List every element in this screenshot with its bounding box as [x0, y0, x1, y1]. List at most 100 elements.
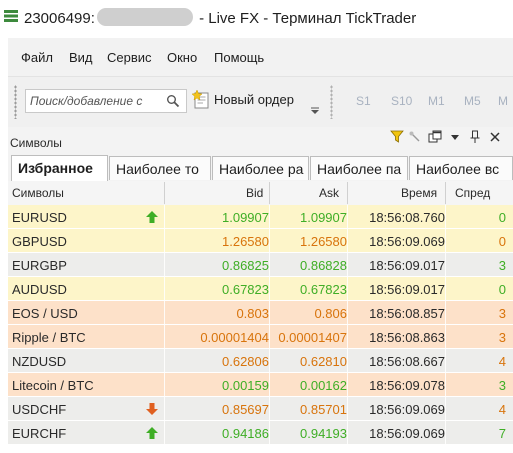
cell-divider — [347, 301, 348, 325]
redacted-account-name — [96, 8, 193, 26]
chevron-down-icon[interactable] — [448, 130, 462, 144]
column-header-bid[interactable]: Bid — [246, 186, 263, 200]
timeframe-s1-button[interactable]: S1 — [356, 94, 371, 108]
tab-most-falling[interactable]: Наиболее па — [310, 156, 408, 180]
pin-icon[interactable] — [468, 130, 482, 144]
cell-spread: 4 — [498, 402, 506, 417]
cell-bid: 1.09907 — [222, 210, 269, 225]
column-header-ask[interactable]: Ask — [319, 186, 339, 200]
menu-bar: Файл Вид Сервис Окно Помощь — [8, 38, 513, 76]
timeframe-m5-button[interactable]: M5 — [464, 94, 481, 108]
tab-most-rising[interactable]: Наиболее ра — [212, 156, 309, 180]
column-header-time[interactable]: Время — [401, 186, 437, 200]
cell-divider — [269, 229, 270, 253]
cell-spread: 0 — [498, 234, 506, 249]
column-divider[interactable] — [445, 182, 446, 204]
cell-divider — [347, 373, 348, 397]
cell-divider — [445, 373, 446, 397]
table-row[interactable]: AUDUSD 0.67823 0.67823 18:56:09.017 0 — [8, 277, 513, 301]
cell-divider — [164, 325, 165, 349]
cell-spread: 7 — [498, 426, 506, 441]
column-divider[interactable] — [347, 182, 348, 204]
cell-ask: 0.94193 — [300, 426, 347, 441]
cell-time: 18:56:08.857 — [369, 306, 445, 321]
cell-symbol: EURGBP — [12, 258, 67, 273]
cell-divider — [164, 397, 165, 421]
cell-ask: 0.806 — [314, 306, 347, 321]
cell-divider — [269, 277, 270, 301]
float-window-icon[interactable] — [428, 130, 442, 144]
table-header: Символы Bid Ask Время Спред — [8, 181, 513, 206]
cell-divider — [347, 421, 348, 445]
tab-most-volatile[interactable]: Наиболее вс — [409, 156, 513, 180]
menu-file[interactable]: Файл — [21, 50, 53, 65]
column-divider[interactable] — [164, 182, 165, 204]
cell-ask: 0.00001407 — [278, 330, 347, 345]
tab-favorites[interactable]: Избранное — [11, 155, 108, 181]
cell-divider — [445, 397, 446, 421]
cell-divider — [164, 421, 165, 445]
filter-icon[interactable] — [390, 130, 404, 144]
price-up-arrow-icon — [146, 427, 158, 439]
cell-time: 18:56:09.069 — [369, 426, 445, 441]
table-row[interactable]: EURCHF 0.94186 0.94193 18:56:09.069 7 — [8, 421, 513, 445]
cell-divider — [445, 253, 446, 277]
cell-symbol: Litecoin / BTC — [12, 378, 94, 393]
cell-divider — [269, 373, 270, 397]
search-icon[interactable] — [166, 94, 180, 108]
pin-needle-icon[interactable] — [408, 130, 422, 144]
cell-bid: 0.00159 — [222, 378, 269, 393]
cell-divider — [164, 349, 165, 373]
cell-time: 18:56:09.017 — [369, 282, 445, 297]
timeframe-more-button[interactable]: M — [498, 94, 508, 108]
cell-divider — [347, 205, 348, 229]
cell-divider — [269, 325, 270, 349]
cell-divider — [347, 229, 348, 253]
cell-bid: 1.26580 — [222, 234, 269, 249]
cell-time: 18:56:09.069 — [369, 234, 445, 249]
cell-divider — [445, 325, 446, 349]
menu-service[interactable]: Сервис — [107, 50, 152, 65]
new-order-button[interactable]: Новый ордер — [192, 89, 310, 113]
table-row[interactable]: USDCHF 0.85697 0.85701 18:56:09.069 4 — [8, 397, 513, 421]
new-order-label: Новый ордер — [214, 92, 294, 107]
close-icon[interactable] — [488, 130, 502, 144]
new-order-icon — [192, 90, 209, 109]
column-divider[interactable] — [269, 182, 270, 204]
cell-symbol: NZDUSD — [12, 354, 67, 369]
table-row[interactable]: GBPUSD 1.26580 1.26580 18:56:09.069 0 — [8, 229, 513, 253]
table-row[interactable]: EURGBP 0.86825 0.86828 18:56:09.017 3 — [8, 253, 513, 277]
cell-divider — [347, 325, 348, 349]
window-title-account: 23006499: — [24, 10, 95, 27]
table-row[interactable]: NZDUSD 0.62806 0.62810 18:56:08.667 4 — [8, 349, 513, 373]
cell-time: 18:56:09.078 — [369, 378, 445, 393]
cell-ask: 0.67823 — [300, 282, 347, 297]
toolbar-overflow-icon[interactable] — [311, 107, 319, 115]
table-row[interactable]: EOS / USD 0.803 0.806 18:56:08.857 3 — [8, 301, 513, 325]
cell-spread: 0 — [498, 282, 506, 297]
cell-spread: 3 — [498, 330, 506, 345]
cell-symbol: AUDUSD — [12, 282, 67, 297]
toolbar-grip[interactable] — [14, 85, 17, 119]
tab-most-traded[interactable]: Наиболее то — [109, 156, 211, 180]
timeframe-toolbar-grip[interactable] — [330, 85, 333, 119]
cell-bid: 0.94186 — [222, 426, 269, 441]
menu-help[interactable]: Помощь — [214, 50, 264, 65]
symbol-search-input[interactable] — [30, 92, 162, 110]
table-row[interactable]: Ripple / BTC 0.00001404 0.00001407 18:56:08… — [8, 325, 513, 349]
cell-divider — [445, 421, 446, 445]
timeframe-s10-button[interactable]: S10 — [391, 94, 412, 108]
timeframe-m1-button[interactable]: M1 — [428, 94, 445, 108]
cell-symbol: EOS / USD — [12, 306, 78, 321]
cell-symbol: Ripple / BTC — [12, 330, 86, 345]
table-row[interactable]: EURUSD 1.09907 1.09907 18:56:08.760 0 — [8, 205, 513, 229]
column-header-symbol[interactable]: Символы — [12, 186, 64, 200]
cell-symbol: EURUSD — [12, 210, 67, 225]
cell-spread: 0 — [498, 210, 506, 225]
symbol-search-box[interactable] — [25, 89, 187, 113]
cell-divider — [445, 229, 446, 253]
column-header-spread[interactable]: Спред — [455, 186, 490, 200]
menu-window[interactable]: Окно — [167, 50, 197, 65]
table-row[interactable]: Litecoin / BTC 0.00159 0.00162 18:56:09.078… — [8, 373, 513, 397]
menu-view[interactable]: Вид — [69, 50, 93, 65]
